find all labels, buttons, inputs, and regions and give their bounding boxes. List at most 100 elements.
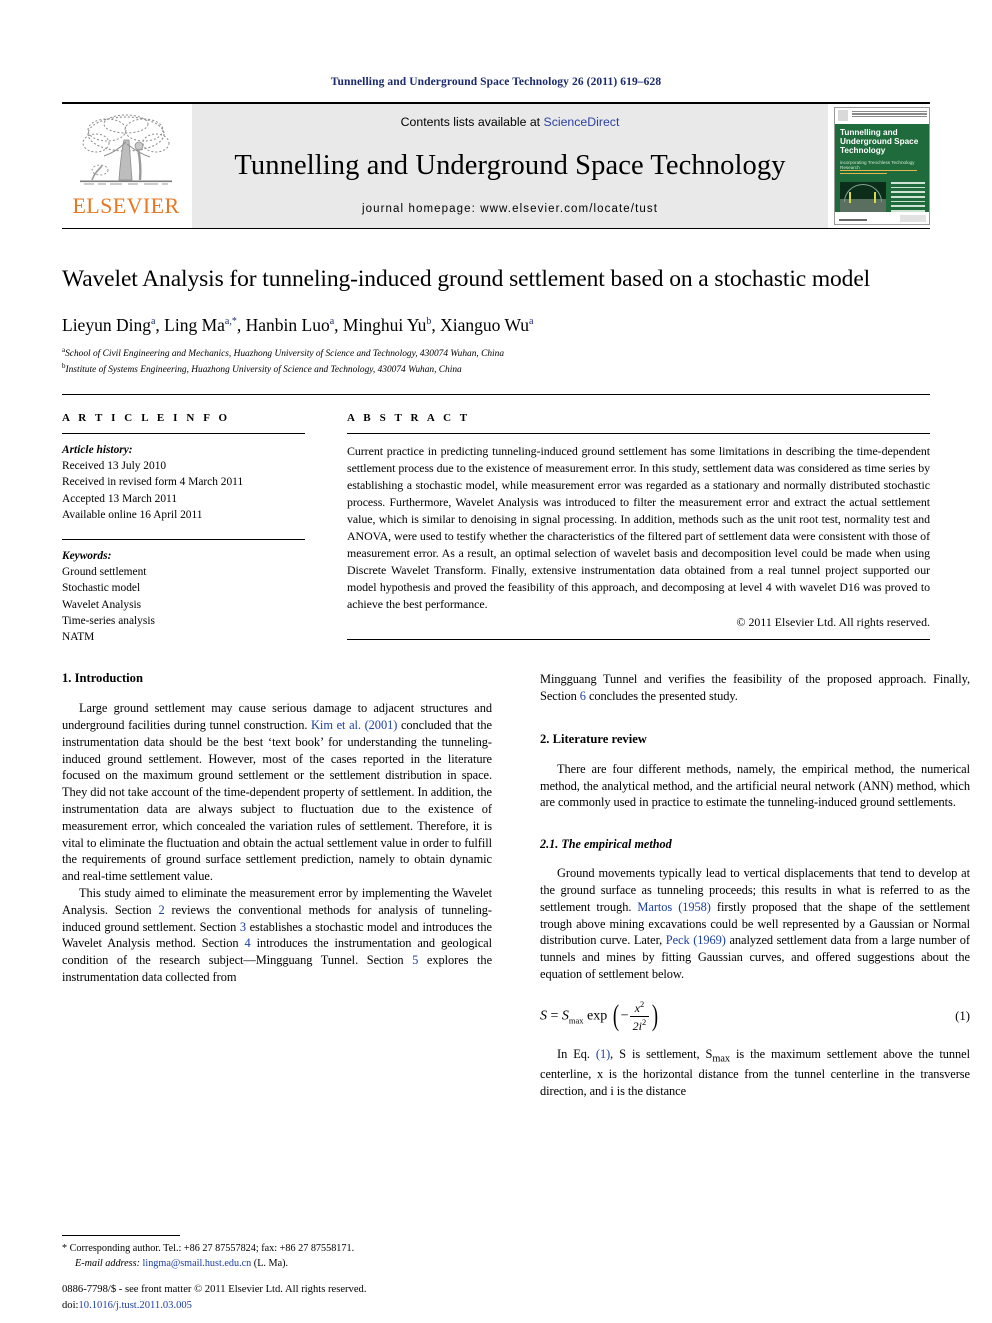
title-block-rule [62,394,930,396]
corresponding-author-note: * Corresponding author. Tel.: +86 27 875… [62,1243,355,1255]
equation-1: S = Smax exp (− x2 2i 2) [540,999,660,1034]
doi-link[interactable]: 10.1016/j.tust.2011.03.005 [78,1300,192,1311]
running-head: Tunnelling and Underground Space Technol… [330,76,662,88]
imprint-line: 0886-7798/$ - see front matter © 2011 El… [62,1284,367,1296]
section-1-paragraph-2: This study aimed to eliminate the measur… [62,885,492,986]
author-3-sup: b [426,315,432,327]
cover-url [839,218,867,221]
eq1-exp: exp [587,1008,608,1024]
body-column-left: 1. Introduction Large ground settlement … [62,671,492,1187]
cover-sciencedirect-badge [900,215,926,222]
xref-equation-1[interactable]: (1) [596,1047,610,1061]
equation-1-number: (1) [955,1008,970,1023]
article-info-column: A R T I C L E I N F O Article history: R… [62,412,305,645]
eq1-right-paren: ) [652,999,659,1033]
author-0-sup: a [150,315,156,327]
equation-1-explanation: In Eq. (1), S is settlement, Smax is the… [540,1046,970,1100]
elsevier-logo: ELSEVIER [62,104,190,228]
equation-1-line: S = Smax exp (− x2 2i 2) (1) [540,999,970,1034]
abstract-column: A B S T R A C T Current practice in pred… [347,412,930,645]
sciencedirect-link[interactable]: ScienceDirect [544,115,620,129]
footnotes: * Corresponding author. Tel.: +86 27 875… [62,1235,492,1271]
eq1-smax-sub: max [568,1015,584,1026]
journal-homepage-link[interactable]: journal homepage: www.elsevier.com/locat… [362,203,658,215]
section-1-heading: 1. Introduction [62,671,143,686]
affiliation-a: aSchool of Civil Engineering and Mechani… [62,345,930,362]
email-note: E-mail address: lingma@smail.hust.edu.cn… [62,1257,492,1271]
eq1-num-sup: 2 [640,998,645,1009]
s1p2-part-g: concludes the presented study. [585,688,738,703]
abstract-text: Current practice in predicting tunneling… [347,444,930,612]
abstract-copyright: © 2011 Elsevier Ltd. All rights reserved… [736,615,930,630]
email-suffix: (L. Ma). [251,1257,289,1269]
article-info-rule [62,433,305,435]
cover-title: Tunnelling and Underground Space Technol… [840,128,919,156]
elsevier-tree-icon [80,114,172,185]
author-2-sup: a [329,315,335,327]
section-2-heading: 2. Literature review [540,731,647,746]
journal-masthead: ELSEVIER Contents lists available at Sci… [62,102,930,228]
affiliation-b-text: Institute of Systems Engineering, Huazho… [65,365,462,376]
affiliation-a-text: School of Civil Engineering and Mechanic… [65,348,505,359]
eqp-part-a: In Eq. [557,1046,596,1061]
masthead-center: Contents lists available at ScienceDirec… [192,104,828,228]
eq1-left-paren: ( [612,999,619,1033]
imprint-block: 0886-7798/$ - see front matter © 2011 El… [62,1282,522,1313]
affiliations: aSchool of Civil Engineering and Mechani… [62,345,930,379]
author-0: Lieyun Ding [62,314,151,335]
affiliation-b: bInstitute of Systems Engineering, Huazh… [62,361,930,378]
author-2: Hanbin Luo [245,314,330,335]
article-history-label: Article history: [62,444,133,457]
eq1-equals: = [550,1008,559,1024]
author-3: Minghui Yu [342,314,427,335]
article-history: Article history: Received 13 July 2010 R… [62,442,305,523]
cover-subtitle: incorporating Trenchless Technology Rese… [840,160,915,170]
citation-martos-1958[interactable]: Martos (1958) [637,900,711,914]
cover-tunnel-photo [840,182,886,212]
history-item: Received 13 July 2010 [62,460,167,473]
email-link[interactable]: lingma@smail.hust.edu.cn [143,1258,252,1269]
masthead-bottom-rule [62,228,930,229]
history-item: Received in revised form 4 March 2011 [62,476,244,489]
citation-kim-2001[interactable]: Kim et al. (2001) [311,718,397,732]
keyword-item: Time-series analysis [62,614,155,627]
journal-title: Tunnelling and Underground Space Technol… [234,149,786,181]
eqp-smax-sub: max [712,1053,730,1065]
author-4-sup: a [529,315,534,327]
history-item: Available online 16 April 2011 [62,508,203,521]
section-2-1-heading: 2.1. The empirical method [540,837,672,852]
abstract-rule-top [347,433,930,435]
email-label: E-mail address: [75,1257,140,1269]
cover-top-text-lines [852,110,927,119]
page-title: Wavelet Analysis for tunneling-induced g… [62,266,871,292]
doi-label: doi: [62,1299,79,1311]
keywords-label: Keywords: [62,550,112,563]
eq1-lhs: S [540,1008,547,1024]
journal-cover-thumbnail: Tunnelling and Underground Space Technol… [834,107,930,225]
eqp-part-b: , S is settlement, S [610,1046,713,1061]
keyword-item: Wavelet Analysis [62,598,142,611]
eq1-den-var: 2i [632,1018,643,1033]
eq1-smax: S [561,1008,569,1024]
eq1-minus: − [620,1008,629,1024]
contents-prefix: Contents lists available at [400,115,544,129]
s1p1-part-b: concluded that the instrumentation data … [62,717,492,884]
elsevier-wordmark: ELSEVIER [72,193,180,218]
eq1-numerator: x2 [629,998,650,1017]
contents-available-line: Contents lists available at ScienceDirec… [401,115,620,129]
keyword-item: Stochastic model [62,582,141,595]
eq1-fraction: x2 2i 2 [629,998,650,1034]
section-1-paragraph-2-continued: Mingguang Tunnel and verifies the feasib… [540,671,970,705]
cover-top-logo [838,110,848,121]
doi-line: doi:10.1016/j.tust.2011.03.005 [62,1298,522,1313]
section-2-paragraph-1: There are four different methods, namely… [540,761,970,810]
section-2-1-paragraph-1: Ground movements typically lead to verti… [540,865,970,983]
article-info-heading: A R T I C L E I N F O [62,412,231,425]
abstract-rule-bottom [347,639,930,641]
cover-topic-list [891,182,925,215]
body-columns: 1. Introduction Large ground settlement … [62,671,970,1187]
keyword-item: Ground settlement [62,566,147,579]
citation-peck-1969[interactable]: Peck (1969) [666,933,726,947]
cover-author-lines [840,170,924,176]
keywords-list: Keywords: Ground settlement Stochastic m… [62,548,305,645]
